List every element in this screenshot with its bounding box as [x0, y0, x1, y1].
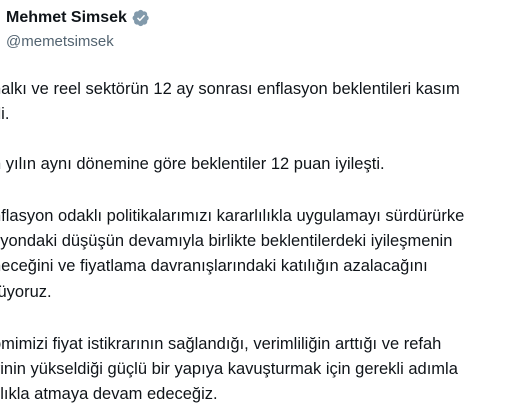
tweet-text-line: rüyoruz.	[0, 283, 52, 301]
tweet-text-line: yinin yükseldiği güçlü bir yapıya kavuşt…	[0, 360, 458, 378]
tweet-text: halkı ve reel sektörün 12 ay sonrası enf…	[0, 0, 516, 418]
tweet-text-line: neceğini ve fiyatlama davranışlarındaki …	[0, 257, 428, 275]
tweet-text-line: n yılın aynı dönemine göre beklentiler 1…	[0, 155, 385, 173]
tweet-text-line: nflasyon odaklı politikalarımızı kararlı…	[0, 207, 465, 225]
tweet-text-line: syondaki düşüşün devamıyla birlikte bekl…	[0, 232, 453, 250]
tweet-text-line: omimizi fiyat istikrarının sağlandığı, v…	[0, 335, 442, 353]
tweet-text-line: lılıkla atmaya devam edeceğiz.	[0, 385, 218, 403]
tweet-text-line: di.	[0, 105, 10, 123]
tweet-text-line: halkı ve reel sektörün 12 ay sonrası enf…	[0, 80, 460, 98]
